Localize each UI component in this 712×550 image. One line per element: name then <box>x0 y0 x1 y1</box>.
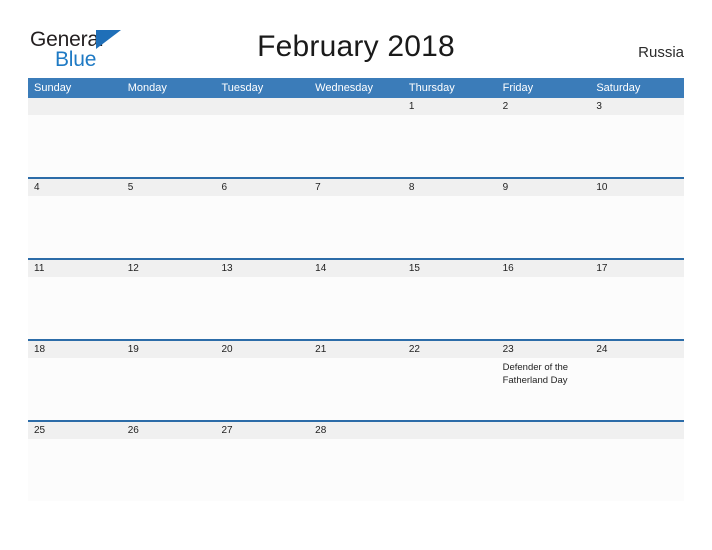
calendar-week-inner: 25 26 27 28 <box>28 422 685 501</box>
weekday-header-monday: Monday <box>127 82 167 94</box>
day-cell[interactable]: 16 <box>496 260 591 339</box>
day-number: 26 <box>121 422 216 439</box>
calendar-week-row: 25 26 27 28 <box>28 420 685 501</box>
day-cell[interactable]: 2 <box>496 98 591 177</box>
day-cell[interactable]: 21 <box>309 341 403 420</box>
day-cell[interactable]: 25 <box>28 422 122 501</box>
calendar-week-row: 123 <box>28 98 685 177</box>
day-cell[interactable]: 4 <box>28 179 122 258</box>
day-number: 22 <box>402 341 497 358</box>
weekday-header-row: Sunday Monday Tuesday Wednesday Thursday Frid… <box>28 78 684 98</box>
day-cell[interactable]: 13 <box>215 260 310 339</box>
day-cell[interactable]: 10 <box>590 179 685 258</box>
day-number <box>121 98 216 115</box>
day-cell[interactable]: 7 <box>309 179 403 258</box>
day-number: 18 <box>28 341 122 358</box>
day-number <box>215 98 310 115</box>
day-cell[interactable]: 24 <box>590 341 685 420</box>
day-number: 5 <box>121 179 216 196</box>
day-number: 24 <box>590 341 685 358</box>
day-events: Defender of the Fatherland Day <box>497 358 591 387</box>
day-number: 15 <box>402 260 497 277</box>
day-number <box>496 422 591 439</box>
day-cell[interactable]: 26 <box>121 422 216 501</box>
day-cell[interactable]: 22 <box>402 341 497 420</box>
day-cell-empty <box>309 98 403 177</box>
weekday-header-saturday: Saturday <box>596 82 641 94</box>
day-cell-empty <box>590 422 685 501</box>
day-number: 1 <box>402 98 497 115</box>
day-number: 7 <box>309 179 403 196</box>
day-number: 16 <box>496 260 591 277</box>
calendar-week-row: 4 5 6 7 8 9 10 <box>28 177 685 258</box>
day-number: 9 <box>496 179 591 196</box>
calendar-week-inner: 11 12 13 14 15 16 17 <box>28 260 685 339</box>
day-number: 11 <box>28 260 122 277</box>
day-number: 25 <box>28 422 122 439</box>
day-cell[interactable]: 28 <box>309 422 403 501</box>
day-number: 12 <box>121 260 216 277</box>
calendar-page: General Blue February 2018 Russia Sunday… <box>0 0 712 550</box>
day-number <box>309 98 403 115</box>
day-number: 13 <box>215 260 310 277</box>
day-number: 2 <box>496 98 591 115</box>
day-cell[interactable]: 12 <box>121 260 216 339</box>
day-number <box>590 422 685 439</box>
weekday-header-tuesday: Tuesday <box>221 82 264 94</box>
day-number <box>402 422 497 439</box>
day-cell[interactable]: 14 <box>309 260 403 339</box>
page-title: February 2018 <box>257 30 455 63</box>
day-cell[interactable]: 11 <box>28 260 122 339</box>
holiday-event: Defender of the Fatherland Day <box>502 362 569 386</box>
page-header: General Blue February 2018 Russia <box>0 0 712 78</box>
day-number: 20 <box>215 341 310 358</box>
day-number: 6 <box>215 179 310 196</box>
day-number: 19 <box>121 341 216 358</box>
day-number <box>28 98 122 115</box>
calendar-week-row: 18 19 20 21 22 23 Defender of the Fatherland D… <box>28 339 685 420</box>
day-cell[interactable]: 18 <box>28 341 122 420</box>
calendar-week-inner: 4 5 6 7 8 9 10 <box>28 179 685 258</box>
calendar-week-inner: 18 19 20 21 22 23 Defender of the Fatherland D… <box>28 341 685 420</box>
weekday-header-sunday: Sunday <box>34 82 72 94</box>
day-number: 27 <box>215 422 310 439</box>
day-number: 4 <box>28 179 122 196</box>
day-cell[interactable]: 23 Defender of the Fatherland Day <box>496 341 591 420</box>
calendar-week-inner: 123 <box>28 98 685 177</box>
day-cell-empty <box>215 98 310 177</box>
day-number: 23 <box>496 341 591 358</box>
day-number: 21 <box>309 341 403 358</box>
day-cell-empty <box>496 422 591 501</box>
day-cell[interactable]: 5 <box>121 179 216 258</box>
day-cell[interactable]: 6 <box>215 179 310 258</box>
day-number: 3 <box>590 98 685 115</box>
day-number: 10 <box>590 179 685 196</box>
calendar-weeks: 1 2 3 4 5 6 7 8 9 10 11 12 13 14 15 16 17 18 19 20 21 22 23 Def… <box>28 98 685 501</box>
day-cell[interactable]: 27 <box>215 422 310 501</box>
day-cell[interactable]: 19 <box>121 341 216 420</box>
calendar-week-row: 11 12 13 14 15 16 17 <box>28 258 685 339</box>
day-cell[interactable]: 17 <box>590 260 685 339</box>
weekday-header-thursday: Thursday <box>408 82 455 94</box>
day-cell-empty <box>121 98 216 177</box>
day-cell[interactable]: 1 <box>402 98 497 177</box>
country-label: Russia <box>638 44 684 61</box>
day-number: 8 <box>402 179 497 196</box>
day-cell-empty <box>28 98 122 177</box>
day-cell-empty <box>402 422 497 501</box>
day-cell[interactable]: 3 <box>590 98 685 177</box>
day-cell[interactable]: 20 <box>215 341 310 420</box>
day-cell[interactable]: 8 <box>402 179 497 258</box>
day-number: 17 <box>590 260 685 277</box>
day-cell[interactable]: 9 <box>496 179 591 258</box>
weekday-header-friday: Friday <box>502 82 534 94</box>
weekday-header-wednesday: Wednesday <box>315 82 374 94</box>
day-number: 28 <box>309 422 403 439</box>
day-cell[interactable]: 15 <box>402 260 497 339</box>
day-number: 14 <box>309 260 403 277</box>
calendar-grid: Sunday Monday Tuesday Wednesday Thursday Frid… <box>28 78 685 501</box>
